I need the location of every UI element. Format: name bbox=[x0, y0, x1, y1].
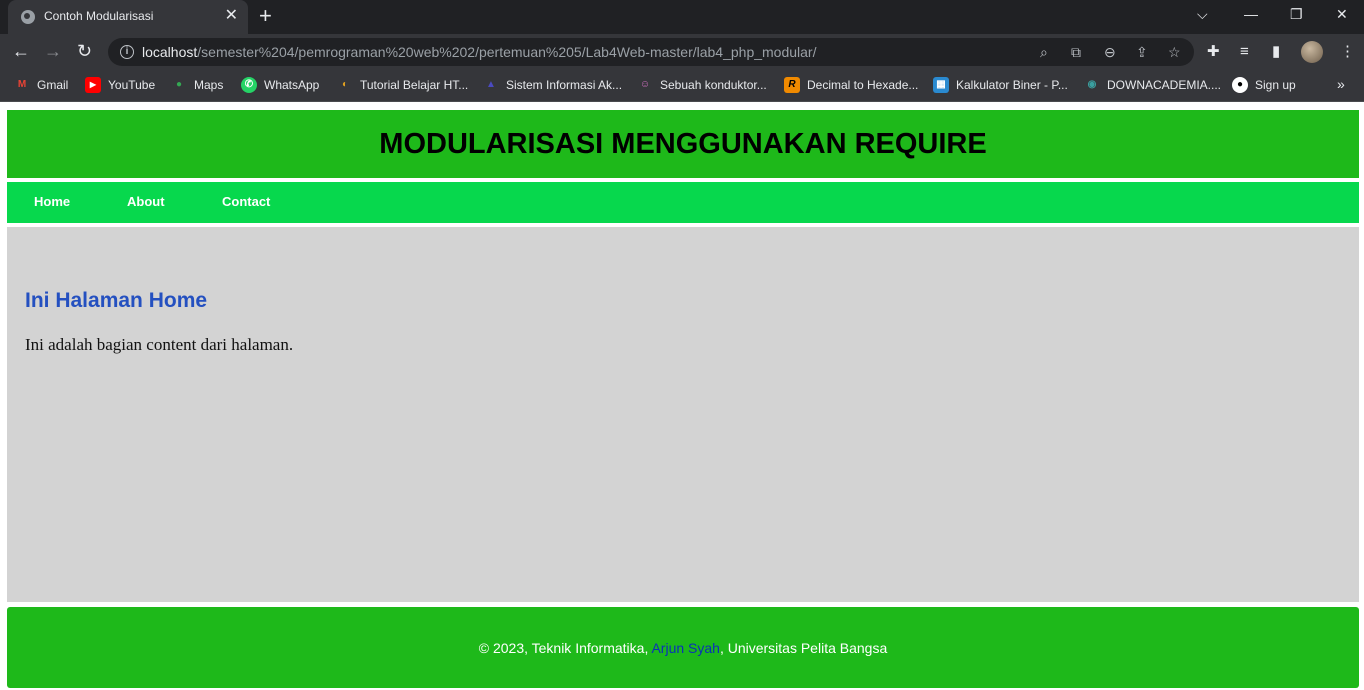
github-icon: ● bbox=[1232, 77, 1248, 93]
profile-avatar[interactable] bbox=[1301, 41, 1323, 63]
restore-button[interactable]: ❐ bbox=[1290, 4, 1303, 24]
bookmark-decimal[interactable]: R Decimal to Hexade... bbox=[784, 77, 918, 93]
new-tab-button[interactable]: + bbox=[259, 4, 272, 28]
bookmark-sebuah[interactable]: ☺ Sebuah konduktor... bbox=[637, 77, 767, 93]
tab-title: Contoh Modularisasi bbox=[44, 9, 154, 23]
more-bookmarks-icon[interactable]: » bbox=[1337, 76, 1345, 92]
menu-icon[interactable]: ⋮ bbox=[1340, 42, 1355, 62]
kalkulator-icon: ▦ bbox=[933, 77, 949, 93]
forward-button[interactable]: → bbox=[44, 40, 62, 62]
nav-link-about[interactable]: About bbox=[127, 194, 165, 209]
bookmark-maps[interactable]: ● Maps bbox=[171, 77, 223, 93]
site-footer: © 2023, Teknik Informatika, Arjun Syah, … bbox=[7, 607, 1359, 688]
gmail-icon: M bbox=[17, 79, 27, 90]
content-text: Ini adalah bagian content dari halaman. bbox=[25, 335, 294, 354]
zoom-icon[interactable]: ⊖ bbox=[1104, 43, 1116, 61]
tab-search-icon[interactable]: ⌵ bbox=[1197, 4, 1208, 24]
address-bar[interactable]: i localhost/semester%204/pemrograman%20w… bbox=[108, 38, 1194, 66]
web-page: MODULARISASI MENGGUNAKAN REQUIRE Home Ab… bbox=[0, 103, 1364, 690]
nav-link-contact[interactable]: Contact bbox=[222, 194, 270, 209]
url-text[interactable]: localhost/semester%204/pemrograman%20web… bbox=[142, 44, 817, 60]
close-window-button[interactable]: ✕ bbox=[1336, 4, 1348, 24]
bookmark-downacademia[interactable]: ◉ DOWNACADEMIA.... bbox=[1084, 77, 1221, 93]
bookmark-sistem[interactable]: ▲ Sistem Informasi Ak... bbox=[483, 77, 622, 93]
reload-button[interactable]: ↻ bbox=[77, 40, 92, 62]
globe-icon bbox=[21, 10, 35, 24]
whatsapp-icon: ✆ bbox=[241, 77, 257, 93]
sistem-icon: ▲ bbox=[486, 79, 496, 90]
bookmark-whatsapp[interactable]: ✆ WhatsApp bbox=[241, 77, 319, 93]
browser-tab[interactable]: Contoh Modularisasi ✕ bbox=[8, 0, 248, 34]
maps-icon: ● bbox=[175, 79, 183, 90]
bookmark-kalkulator[interactable]: ▦ Kalkulator Biner - P... bbox=[933, 77, 1068, 93]
nav-link-home[interactable]: Home bbox=[34, 194, 70, 209]
extensions-icon[interactable]: ✚ bbox=[1207, 42, 1220, 62]
back-button[interactable]: ← bbox=[12, 40, 30, 62]
site-nav: Home About Contact bbox=[7, 182, 1359, 223]
media-icon[interactable]: ≡ bbox=[1240, 42, 1249, 62]
bookmark-tutorial[interactable]: ◐ Tutorial Belajar HT... bbox=[337, 77, 468, 93]
footer-suffix: , Universitas Pelita Bangsa bbox=[719, 640, 888, 656]
footer-text: © 2023, Teknik Informatika, Arjun Syah, … bbox=[7, 640, 1359, 656]
side-panel-icon[interactable]: ▮ bbox=[1272, 42, 1280, 62]
bookmark-youtube[interactable]: ▶ YouTube bbox=[85, 77, 155, 93]
share-icon[interactable]: ⇪ bbox=[1136, 43, 1148, 61]
sebuah-icon: ☺ bbox=[639, 79, 651, 90]
page-title: MODULARISASI MENGGUNAKAN REQUIRE bbox=[379, 128, 987, 160]
bookmark-star-icon[interactable]: ☆ bbox=[1168, 43, 1181, 61]
downacademia-icon: ◉ bbox=[1087, 79, 1097, 90]
youtube-icon: ▶ bbox=[85, 77, 101, 93]
site-header: MODULARISASI MENGGUNAKAN REQUIRE bbox=[7, 110, 1359, 178]
translate-icon[interactable]: ⧉ bbox=[1071, 43, 1081, 61]
browser-toolbar: ← → ↻ i localhost/semester%204/pemrogram… bbox=[0, 34, 1364, 70]
tutorial-icon: ◐ bbox=[341, 79, 349, 90]
bookmark-gmail[interactable]: M Gmail bbox=[14, 77, 69, 93]
tab-strip: Contoh Modularisasi ✕ + ⌵ — ❐ ✕ bbox=[0, 0, 1364, 34]
site-info-icon[interactable]: i bbox=[120, 45, 134, 59]
minimize-button[interactable]: — bbox=[1244, 4, 1258, 24]
footer-prefix: © 2023, Teknik Informatika, bbox=[478, 640, 652, 656]
content-area: Ini Halaman Home Ini adalah bagian conte… bbox=[7, 227, 1359, 602]
content-heading: Ini Halaman Home bbox=[25, 289, 208, 312]
bookmark-github[interactable]: ● Sign up bbox=[1232, 77, 1296, 93]
decimal-icon: R bbox=[784, 77, 800, 93]
search-icon[interactable]: ⌕ bbox=[1040, 43, 1048, 61]
footer-author-link[interactable]: Arjun Syah bbox=[651, 640, 719, 656]
bookmarks-bar: M Gmail ▶ YouTube ● Maps ✆ WhatsApp ◐ Tutoria… bbox=[0, 70, 1364, 102]
close-tab-icon[interactable]: ✕ bbox=[225, 7, 238, 25]
